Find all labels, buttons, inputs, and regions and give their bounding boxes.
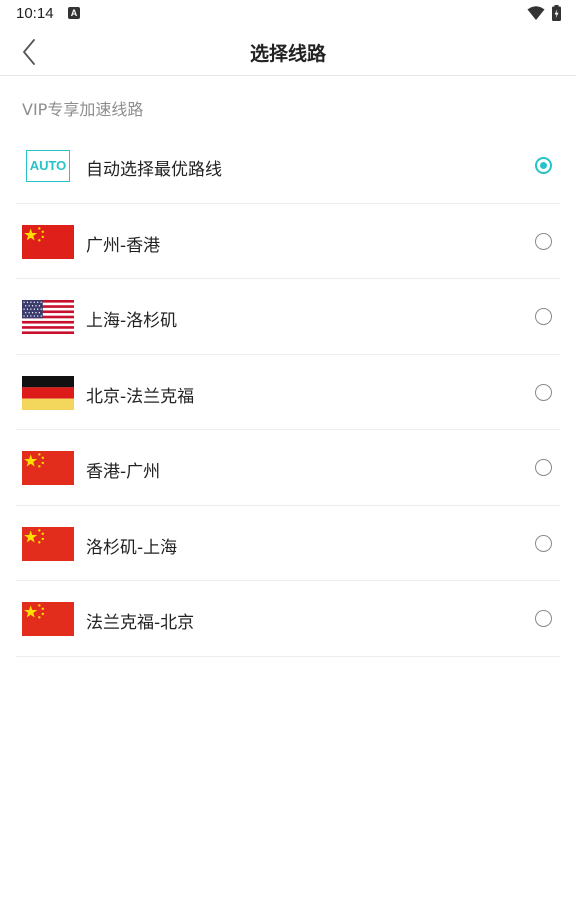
us-flag-icon	[22, 300, 74, 334]
route-item-shanghai-losangeles[interactable]: 上海-洛杉矶	[16, 279, 560, 355]
route-list: AUTO 自动选择最优路线 广州-香港 上海-洛杉矶 北京-法兰克福 香港-广州…	[16, 128, 560, 657]
route-item-hongkong-guangzhou[interactable]: 香港-广州	[16, 430, 560, 506]
route-radio[interactable]	[535, 459, 552, 476]
wifi-icon	[527, 6, 545, 20]
route-radio-selected[interactable]	[535, 157, 552, 174]
route-label: 上海-洛杉矶	[86, 311, 178, 331]
route-item-beijing-frankfurt[interactable]: 北京-法兰克福	[16, 355, 560, 430]
route-item-auto[interactable]: AUTO 自动选择最优路线	[16, 128, 560, 204]
route-label: 北京-法兰克福	[86, 386, 195, 407]
status-bar: 10:14 A	[0, 0, 576, 28]
route-label: 自动选择最优路线	[86, 160, 222, 180]
auto-badge: AUTO	[26, 150, 70, 182]
china-flag-icon	[22, 526, 74, 561]
route-radio[interactable]	[535, 383, 552, 401]
route-label: 香港-广州	[86, 462, 161, 482]
page-title: 选择线路	[249, 43, 326, 65]
auto-icon: AUTO	[22, 149, 74, 183]
battery-charging-icon	[552, 5, 561, 21]
nav-bar: 选择线路	[0, 28, 576, 76]
china-flag-icon	[22, 224, 74, 259]
a-icon: A	[68, 7, 80, 19]
route-item-guangzhou-hongkong[interactable]: 广州-香港	[16, 204, 560, 279]
route-radio[interactable]	[535, 534, 552, 552]
status-time: 10:14	[16, 5, 54, 22]
china-flag-icon	[22, 602, 74, 636]
china-flag-icon	[22, 451, 74, 485]
route-label: 洛杉矶-上海	[86, 537, 178, 558]
route-radio[interactable]	[535, 610, 552, 627]
route-item-losangeles-shanghai[interactable]: 洛杉矶-上海	[16, 506, 560, 581]
route-item-frankfurt-beijing[interactable]: 法兰克福-北京	[16, 581, 560, 657]
route-radio[interactable]	[535, 308, 552, 325]
section-label: VIP专享加速线路	[22, 100, 144, 119]
route-label: 法兰克福-北京	[86, 613, 195, 633]
germany-flag-icon	[22, 375, 74, 410]
route-label: 广州-香港	[86, 235, 161, 256]
route-radio[interactable]	[535, 232, 552, 250]
